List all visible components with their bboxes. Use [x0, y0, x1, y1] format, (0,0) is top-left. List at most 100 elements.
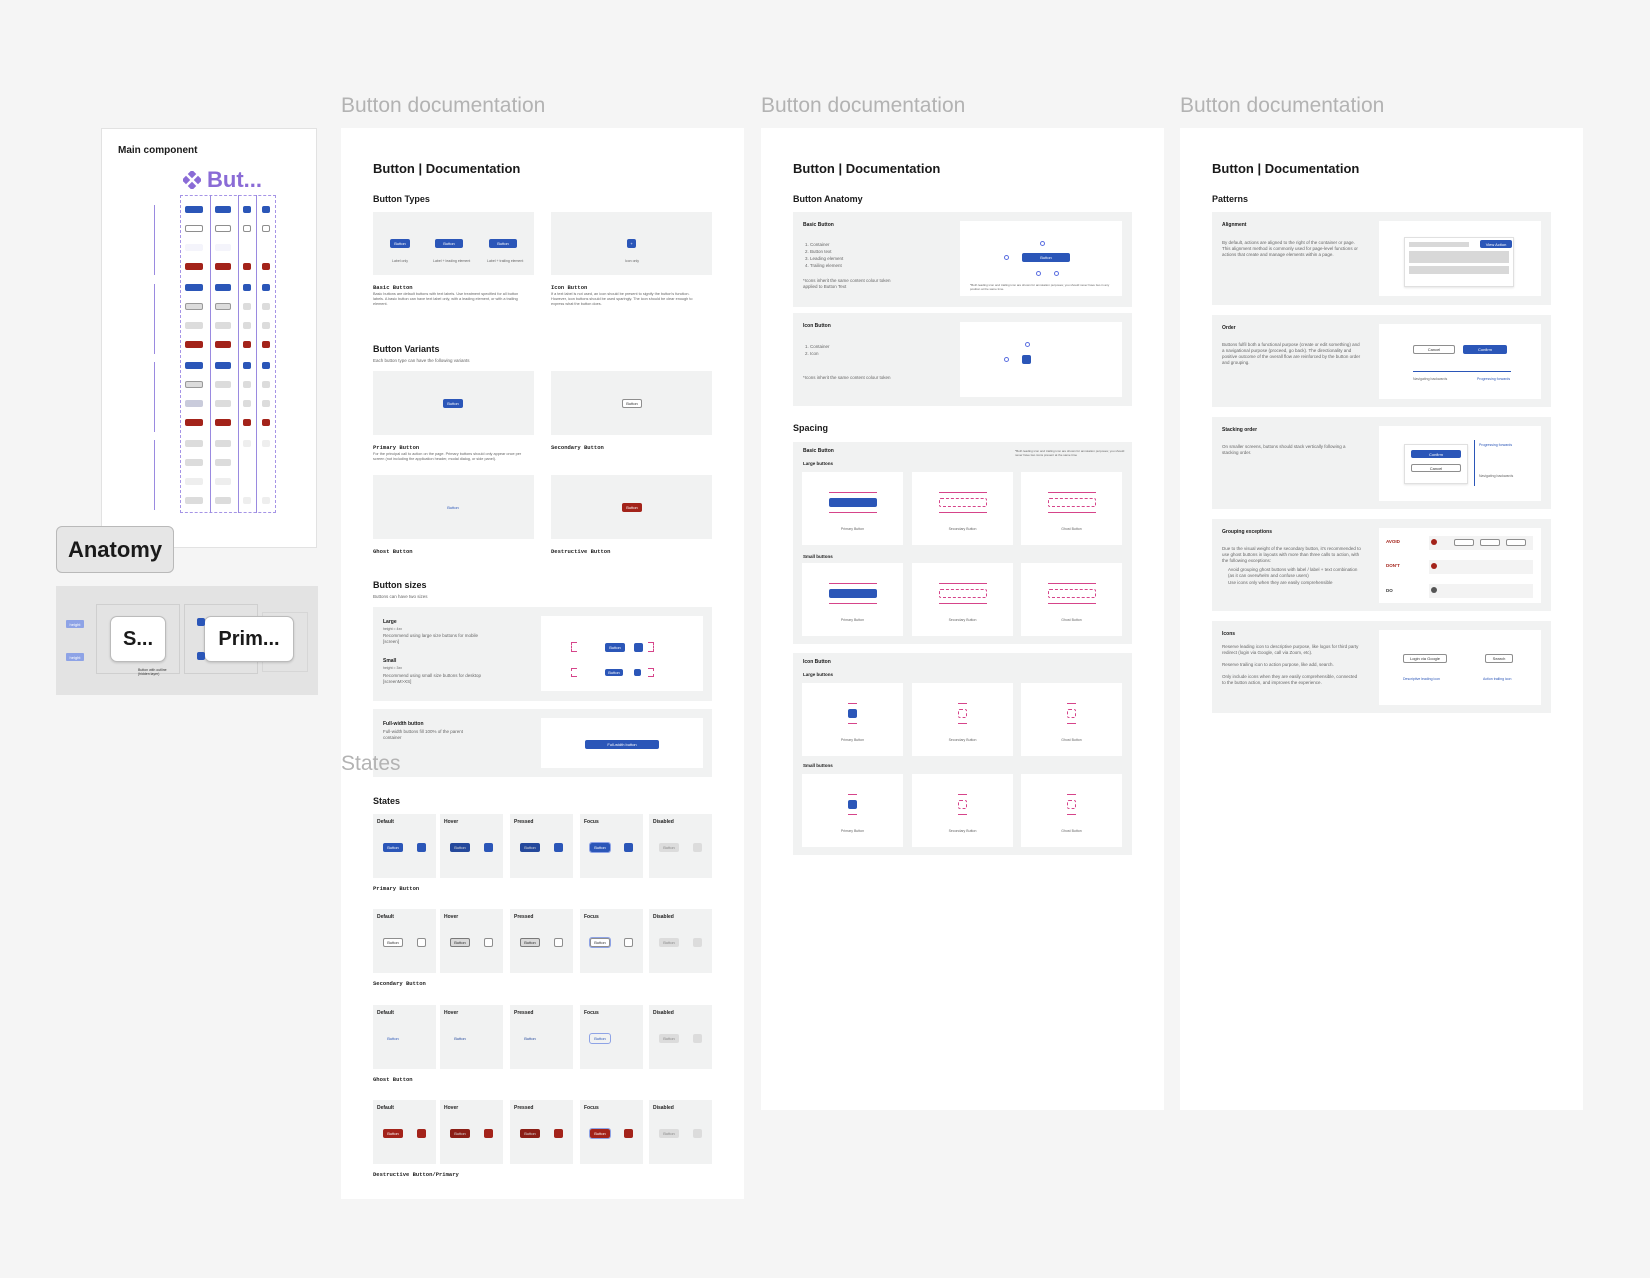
state-button[interactable]: Button: [450, 1034, 470, 1043]
state-button[interactable]: Button: [450, 938, 470, 947]
spacing-button[interactable]: [828, 498, 877, 507]
anatomy-icon-button[interactable]: [1022, 355, 1031, 364]
state-button[interactable]: Button: [589, 937, 611, 948]
state-icon-button[interactable]: [484, 1034, 493, 1043]
spacing-caption: Secondary Button: [948, 527, 977, 531]
state-button[interactable]: Button: [520, 843, 540, 852]
state-icon-button[interactable]: [693, 1129, 702, 1138]
fullwidth-button[interactable]: Full-width button: [585, 740, 659, 749]
state-icon-button[interactable]: [484, 1129, 493, 1138]
preview-button-trailing[interactable]: Button: [489, 239, 517, 248]
anatomy-basic-item-3: 3. Leading element: [805, 256, 844, 261]
fullwidth-preview: Full-width button: [541, 718, 703, 768]
state-button[interactable]: Button: [659, 938, 679, 947]
state-icon-button[interactable]: [417, 843, 426, 852]
doc1-frame-title[interactable]: Button documentation: [341, 94, 545, 118]
state-icon-button[interactable]: [554, 938, 563, 947]
state-button[interactable]: Button: [589, 842, 611, 853]
basic-button-preview: Button Button Button Label only Label + …: [373, 212, 534, 275]
state-button[interactable]: Button: [589, 1128, 611, 1139]
state-button[interactable]: Button: [659, 1129, 679, 1138]
state-button[interactable]: Button: [383, 843, 403, 852]
anatomy-label[interactable]: Anatomy: [56, 526, 174, 573]
state-icon-button[interactable]: [417, 1129, 426, 1138]
state-icon-button[interactable]: [693, 843, 702, 852]
search-button[interactable]: Search: [1485, 654, 1513, 663]
state-button[interactable]: Button: [589, 1033, 611, 1044]
destructive-variant-button[interactable]: Button: [622, 503, 642, 512]
state-icon-button[interactable]: [484, 843, 493, 852]
spacing-button[interactable]: [828, 589, 877, 598]
state-icon-button[interactable]: [554, 1129, 563, 1138]
anatomy-tag-small[interactable]: S...: [110, 616, 166, 662]
spacing-button[interactable]: [1067, 800, 1076, 809]
spacing-button[interactable]: [1067, 709, 1076, 718]
height-tag-2: height: [66, 653, 84, 661]
state-icon-button[interactable]: [624, 1034, 633, 1043]
order-confirm-button[interactable]: Confirm: [1463, 345, 1507, 354]
state-icon-button[interactable]: [624, 1129, 633, 1138]
alignment-action-button[interactable]: View Action: [1480, 240, 1512, 248]
small-button-sample[interactable]: Button: [605, 669, 623, 676]
order-desc: Buttons fulfil both a functional purpose…: [1222, 342, 1361, 365]
anatomy-tag-primary[interactable]: Prim...: [204, 616, 294, 662]
component-diamond-icon: [181, 169, 203, 191]
large-button-sample[interactable]: Button: [605, 643, 625, 652]
anatomy-icon-label: Icon Button: [803, 323, 831, 329]
state-icon-button[interactable]: [554, 1034, 563, 1043]
spacing-button[interactable]: [848, 709, 857, 718]
state-icon-button[interactable]: [693, 1034, 702, 1043]
preview-button-leading[interactable]: Button: [435, 239, 463, 248]
state-name: Focus: [584, 1010, 599, 1016]
spacing-note: *Both leading icon and trailing icon are…: [1015, 449, 1125, 457]
anatomy-caption: Button with outline (hidden layer): [138, 668, 167, 676]
login-google-button[interactable]: Login via Google: [1403, 654, 1447, 663]
leading-icon-caption: Descriptive leading icon: [1403, 677, 1440, 681]
secondary-variant-button[interactable]: Button: [622, 399, 642, 408]
preview-button-label-only[interactable]: Button: [390, 239, 410, 248]
doc3-frame-title[interactable]: Button documentation: [1180, 94, 1384, 118]
state-name: Pressed: [514, 1105, 534, 1111]
spacing-button[interactable]: [848, 800, 857, 809]
stacking-confirm-button[interactable]: Confirm: [1411, 450, 1461, 458]
spacing-caption: Secondary Button: [948, 738, 977, 742]
spacing-button[interactable]: [1047, 498, 1096, 507]
state-button[interactable]: Button: [383, 1129, 403, 1138]
spacing-button[interactable]: [938, 589, 987, 598]
destructive-button-label: Destructive Button: [551, 548, 611, 555]
states-frame-title[interactable]: States: [341, 752, 401, 776]
state-button[interactable]: Button: [520, 938, 540, 947]
state-icon-button[interactable]: [417, 938, 426, 947]
state-icon-button[interactable]: [417, 1034, 426, 1043]
state-icon-button[interactable]: [624, 938, 633, 947]
state-icon-button[interactable]: [693, 938, 702, 947]
spacing-button[interactable]: [958, 709, 967, 718]
large-desc: Recommend using large size buttons for m…: [383, 633, 479, 644]
preview-icon-button[interactable]: +: [627, 239, 636, 248]
component-title[interactable]: But...: [207, 167, 262, 193]
state-icon-button[interactable]: [484, 938, 493, 947]
ghost-variant-button[interactable]: Button: [443, 503, 463, 512]
state-button[interactable]: Button: [659, 1034, 679, 1043]
stacking-cancel-button[interactable]: Cancel: [1411, 464, 1461, 472]
state-button[interactable]: Button: [520, 1129, 540, 1138]
state-button[interactable]: Button: [450, 843, 470, 852]
anatomy-basic-button[interactable]: Button: [1022, 253, 1070, 262]
order-cancel-button[interactable]: Cancel: [1413, 345, 1455, 354]
state-button[interactable]: Button: [659, 843, 679, 852]
state-icon-button[interactable]: [554, 843, 563, 852]
spacing-button[interactable]: [1047, 589, 1096, 598]
state-button[interactable]: Button: [383, 938, 403, 947]
state-button[interactable]: Button: [520, 1034, 540, 1043]
doc3-title: Button | Documentation: [1212, 161, 1360, 176]
spacing-button[interactable]: [938, 498, 987, 507]
state-name: Disabled: [653, 1105, 674, 1111]
doc2-frame-title[interactable]: Button documentation: [761, 94, 965, 118]
spacing-button[interactable]: [958, 800, 967, 809]
spacing-caption: Secondary Button: [948, 829, 977, 833]
primary-variant-button[interactable]: Button: [443, 399, 463, 408]
state-button[interactable]: Button: [450, 1129, 470, 1138]
state-icon-button[interactable]: [624, 843, 633, 852]
state-button[interactable]: Button: [383, 1034, 403, 1043]
variants-heading: Button Variants: [373, 344, 440, 354]
